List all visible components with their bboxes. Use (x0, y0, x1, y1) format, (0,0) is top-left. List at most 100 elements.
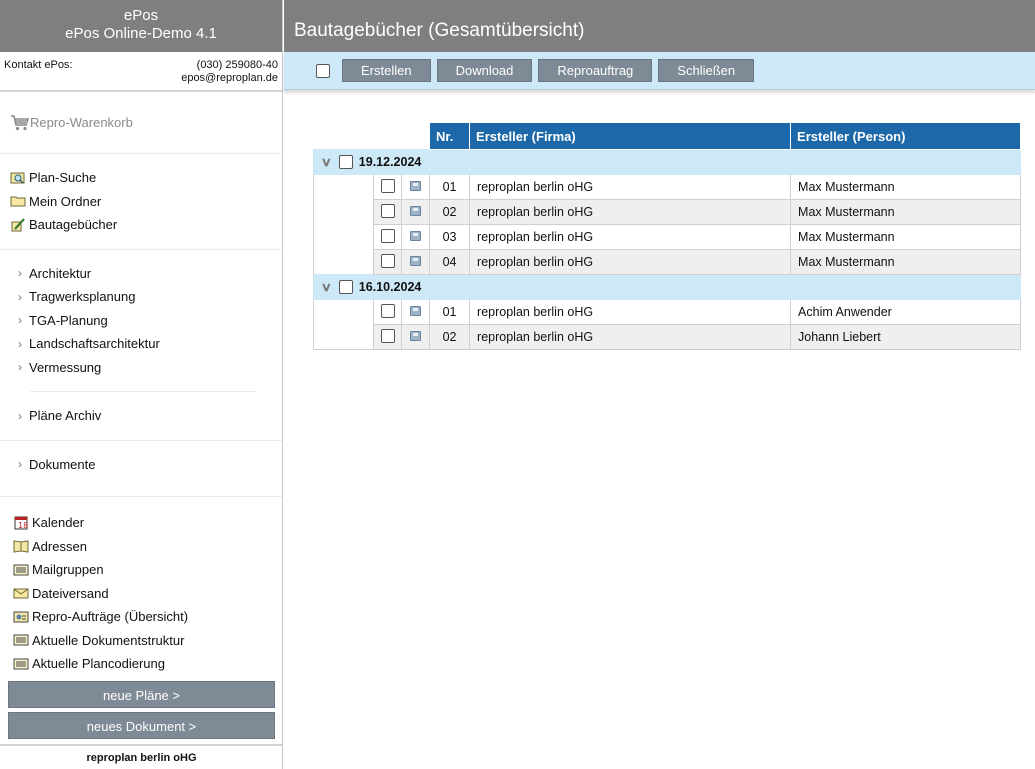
chevron-down-icon[interactable]: ∨ (321, 155, 332, 169)
order-icon (13, 611, 29, 623)
sidebar: ePos ePos Online-Demo 4.1 Kontakt ePos: … (0, 0, 283, 769)
indent-cell (313, 174, 374, 200)
indent-cell (313, 324, 374, 350)
table-header-row: Nr. Ersteller (Firma) Ersteller (Person) (313, 122, 1022, 150)
save-disk-icon[interactable] (410, 306, 422, 316)
magnifier-map-icon (10, 172, 25, 184)
brand-name: ePos (123, 7, 159, 24)
row-checkbox[interactable] (380, 228, 395, 243)
row-checkbox[interactable] (380, 253, 395, 268)
create-button[interactable]: Erstellen (342, 59, 431, 82)
menu-item-label: Kalender (32, 515, 85, 531)
cell-nr: 01 (429, 174, 471, 200)
group-date: 19.12.2024 (358, 155, 422, 169)
table-row[interactable]: 01 reproplan berlin oHG Achim Anwender (313, 299, 1022, 325)
repro-cart-link[interactable]: Repro-Warenkorb (0, 92, 282, 154)
chevron-right-icon: › (18, 266, 22, 281)
contact-phone: (030) 259080-40 (196, 59, 278, 71)
save-disk-icon[interactable] (410, 181, 422, 191)
nav-item-plans-archive[interactable]: › Pläne Archiv (0, 404, 282, 428)
main-content: Bautagebücher (Gesamtübersicht) Erstelle… (284, 0, 1035, 769)
download-button[interactable]: Download (436, 59, 533, 82)
group-checkbox[interactable] (338, 155, 353, 169)
group-checkbox[interactable] (338, 280, 353, 294)
app-window: ePos ePos Online-Demo 4.1 Kontakt ePos: … (0, 0, 1035, 769)
chevron-right-icon: › (18, 313, 22, 328)
divider (30, 391, 256, 392)
menu-item-label: Dateiversand (32, 585, 109, 601)
contact-label: Kontakt ePos: (4, 59, 73, 71)
table-row[interactable]: 02 reproplan berlin oHG Johann Liebert (313, 324, 1022, 350)
column-header-firm[interactable]: Ersteller (Firma) (469, 122, 792, 150)
documents-nav: › Dokumente (0, 441, 282, 497)
envelope-icon (13, 588, 29, 599)
save-disk-icon[interactable] (410, 256, 422, 266)
group-row[interactable]: ∨ 16.10.2024 (312, 274, 1022, 300)
menu-item-file-dispatch[interactable]: Dateiversand (0, 582, 282, 606)
cell-firm: reproplan berlin oHG (469, 199, 792, 225)
column-header-person[interactable]: Ersteller (Person) (790, 122, 1022, 150)
page-title: Bautagebücher (Gesamtübersicht) (284, 0, 1035, 52)
row-checkbox[interactable] (380, 178, 395, 193)
contact-box: Kontakt ePos: (030) 259080-40 epos@repro… (0, 52, 282, 92)
cell-nr: 01 (429, 299, 471, 325)
cell-person: Max Mustermann (790, 174, 1022, 200)
select-all-checkbox[interactable] (316, 63, 330, 78)
brand-header: ePos ePos Online-Demo 4.1 (0, 0, 282, 52)
menu-item-mail-groups[interactable]: Mailgruppen (0, 558, 282, 582)
cell-firm: reproplan berlin oHG (469, 224, 792, 250)
menu-item-label: Aktuelle Plancodierung (32, 656, 165, 672)
menu-item-repro-orders[interactable]: Repro-Aufträge (Übersicht) (0, 605, 282, 629)
save-disk-icon[interactable] (410, 206, 422, 216)
group-row[interactable]: ∨ 19.12.2024 (312, 149, 1022, 175)
table-row[interactable]: 02 reproplan berlin oHG Max Mustermann (313, 199, 1022, 225)
diary-table: Nr. Ersteller (Firma) Ersteller (Person)… (312, 122, 1022, 350)
nav-item-tga-planung[interactable]: › TGA-Planung (0, 309, 282, 333)
cell-person: Johann Liebert (790, 324, 1022, 350)
nav-item-label: Architektur (29, 265, 92, 281)
cell-nr: 02 (429, 199, 471, 225)
row-checkbox[interactable] (380, 328, 395, 343)
menu-item-plan-search[interactable]: Plan-Suche (0, 166, 282, 190)
cell-person: Max Mustermann (790, 249, 1022, 275)
table-row[interactable]: 04 reproplan berlin oHG Max Mustermann (313, 249, 1022, 275)
list-icon (13, 634, 29, 646)
save-disk-icon[interactable] (410, 331, 422, 341)
table-row[interactable]: 03 reproplan berlin oHG Max Mustermann (313, 224, 1022, 250)
table-row[interactable]: 01 reproplan berlin oHG Max Mustermann (313, 174, 1022, 200)
chevron-down-icon[interactable]: ∨ (321, 280, 332, 294)
nav-item-tragwerksplanung[interactable]: › Tragwerksplanung (0, 285, 282, 309)
cell-firm: reproplan berlin oHG (469, 324, 792, 350)
indent-cell (313, 199, 374, 225)
list-icon (13, 658, 29, 670)
menu-item-calendar[interactable]: 18 Kalender (0, 511, 282, 535)
menu-item-construction-diaries[interactable]: Bautagebücher (0, 213, 282, 237)
tools-menu: 18 Kalender Adressen Mailgruppen Dateive… (0, 497, 282, 739)
row-checkbox[interactable] (380, 203, 395, 218)
nav-item-label: Dokumente (29, 456, 96, 472)
menu-item-my-folder[interactable]: Mein Ordner (0, 190, 282, 214)
nav-item-architektur[interactable]: › Architektur (0, 262, 282, 286)
menu-item-label: Repro-Aufträge (Übersicht) (32, 609, 189, 625)
save-disk-icon[interactable] (410, 231, 422, 241)
new-plans-button[interactable]: neue Pläne > (8, 680, 275, 708)
repro-order-button[interactable]: Reproauftrag (538, 59, 653, 82)
menu-item-plan-coding[interactable]: Aktuelle Plancodierung (0, 652, 282, 676)
contact-email[interactable]: epos@reproplan.de (181, 72, 278, 85)
nav-item-vermessung[interactable]: › Vermessung (0, 356, 282, 380)
group-date: 16.10.2024 (358, 280, 422, 294)
row-checkbox[interactable] (380, 303, 395, 318)
indent-cell (313, 249, 374, 275)
column-header-nr[interactable]: Nr. (429, 122, 471, 150)
indent-cell (313, 224, 374, 250)
indent-cell (313, 299, 374, 325)
menu-item-addresses[interactable]: Adressen (0, 535, 282, 559)
menu-item-document-structure[interactable]: Aktuelle Dokumentstruktur (0, 629, 282, 653)
chevron-right-icon: › (18, 336, 22, 351)
nav-item-documents[interactable]: › Dokumente (0, 453, 282, 477)
nav-item-landschaftsarchitektur[interactable]: › Landschaftsarchitektur (0, 332, 282, 356)
new-document-button[interactable]: neues Dokument > (8, 711, 275, 739)
chevron-right-icon: › (18, 457, 22, 472)
close-button[interactable]: Schließen (658, 59, 755, 82)
cell-nr: 04 (429, 249, 471, 275)
